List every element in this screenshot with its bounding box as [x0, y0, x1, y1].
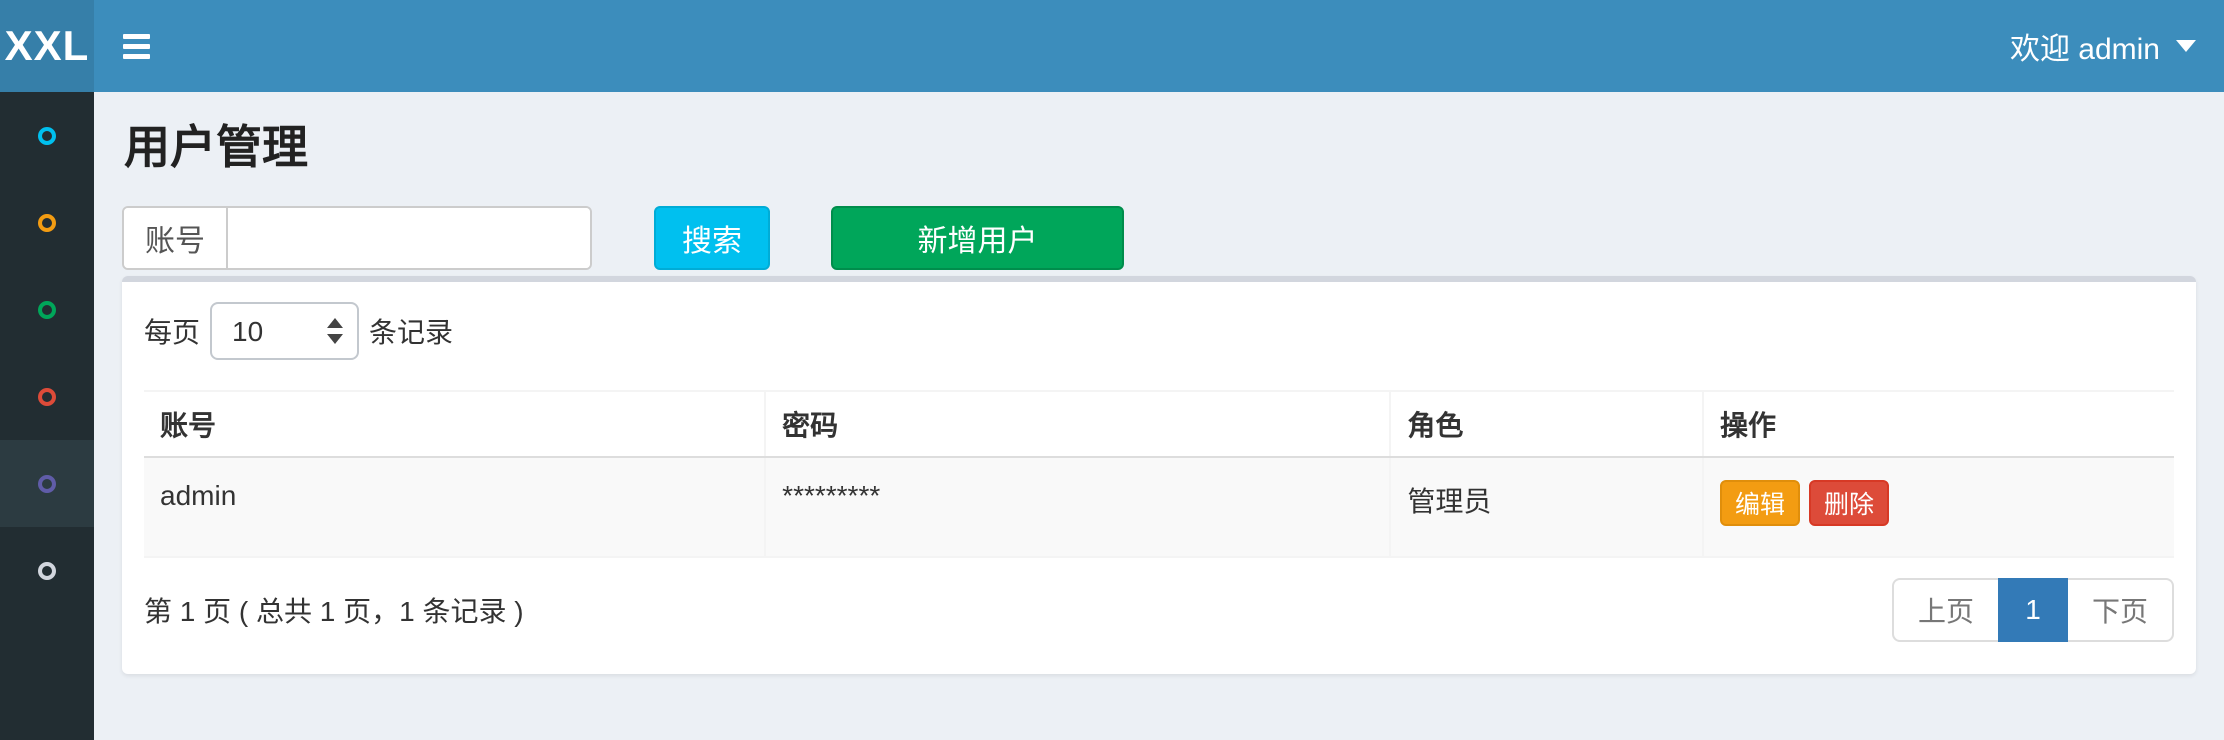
sidebar-item-6[interactable]	[0, 527, 94, 614]
page-size-suffix-label: 条记录	[369, 311, 453, 351]
current-page-button[interactable]: 1	[1998, 578, 2068, 642]
account-input-label: 账号	[124, 208, 228, 268]
table-body: admin*********管理员编辑删除	[144, 457, 2174, 557]
circle-icon	[38, 301, 56, 319]
caret-down-icon	[2176, 40, 2196, 52]
navbar-main: 欢迎 admin	[94, 0, 2224, 92]
cell-account: admin	[144, 457, 765, 557]
circle-icon	[38, 562, 56, 580]
cell-role: 管理员	[1390, 457, 1703, 557]
hamburger-menu-icon[interactable]	[123, 34, 150, 59]
pagination: 上页 1 下页	[1892, 578, 2174, 642]
circle-icon	[38, 388, 56, 406]
sidebar-item-2[interactable]	[0, 179, 94, 266]
hamburger-bar	[123, 44, 150, 49]
page-title: 用户管理	[124, 120, 2196, 174]
account-input-group: 账号	[122, 206, 592, 270]
pagination-info: 第 1 页 ( 总共 1 页，1 条记录 )	[144, 590, 524, 630]
user-table: 账号密码角色操作 admin*********管理员编辑删除	[144, 390, 2174, 558]
user-dropdown[interactable]: 欢迎 admin	[2010, 24, 2196, 68]
prev-page-button[interactable]: 上页	[1892, 578, 2000, 642]
column-header-account: 账号	[144, 391, 765, 457]
sidebar-item-5[interactable]	[0, 440, 94, 527]
sidebar	[0, 92, 94, 740]
data-panel: 每页 10 条记录 账号密码角色操作	[122, 276, 2196, 674]
search-button[interactable]: 搜索	[654, 206, 770, 270]
search-toolbar: 账号 搜索 新增用户	[122, 206, 2196, 270]
column-header-actions: 操作	[1703, 391, 2174, 457]
main-content: 用户管理 账号 搜索 新增用户 每页 10	[94, 92, 2224, 740]
circle-icon	[38, 475, 56, 493]
top-navbar: XXL 欢迎 admin	[0, 0, 2224, 92]
welcome-text: 欢迎 admin	[2010, 24, 2160, 68]
circle-icon	[38, 127, 56, 145]
hamburger-bar	[123, 34, 150, 39]
body-row: 用户管理 账号 搜索 新增用户 每页 10	[0, 92, 2224, 740]
column-header-role: 角色	[1390, 391, 1703, 457]
app-logo[interactable]: XXL	[0, 0, 94, 92]
app-root: XXL 欢迎 admin 用户管理 账号	[0, 0, 2224, 740]
column-header-password: 密码	[765, 391, 1390, 457]
hamburger-bar	[123, 54, 150, 59]
page-size-prefix-label: 每页	[144, 311, 200, 351]
table-header-row: 账号密码角色操作	[144, 391, 2174, 457]
circle-icon	[38, 214, 56, 232]
sidebar-item-3[interactable]	[0, 266, 94, 353]
panel-footer: 第 1 页 ( 总共 1 页，1 条记录 ) 上页 1 下页	[144, 578, 2174, 642]
next-page-button[interactable]: 下页	[2066, 578, 2174, 642]
page-size-select[interactable]: 10	[210, 302, 359, 360]
sidebar-item-1[interactable]	[0, 92, 94, 179]
table-row: admin*********管理员编辑删除	[144, 457, 2174, 557]
cell-password: *********	[765, 457, 1390, 557]
delete-button[interactable]: 删除	[1809, 480, 1889, 526]
sidebar-item-4[interactable]	[0, 353, 94, 440]
add-user-button[interactable]: 新增用户	[831, 206, 1124, 270]
cell-actions: 编辑删除	[1703, 457, 2174, 557]
page-size-row: 每页 10 条记录	[144, 302, 2174, 360]
page-size-select-wrap: 10	[210, 302, 359, 360]
edit-button[interactable]: 编辑	[1720, 480, 1800, 526]
account-input[interactable]	[228, 208, 590, 268]
